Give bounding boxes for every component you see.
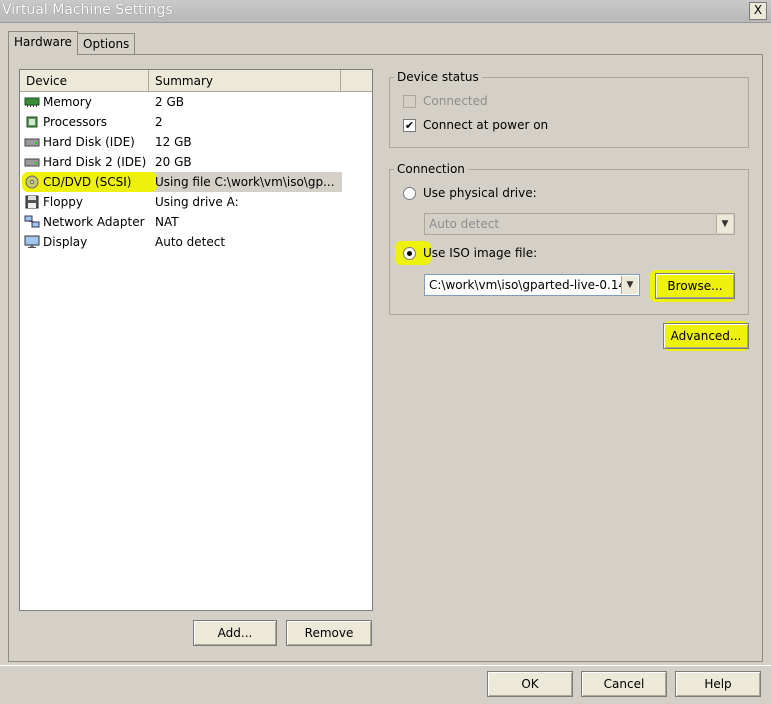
device-summary: NAT: [155, 215, 179, 229]
column-summary[interactable]: Summary: [149, 70, 341, 91]
divider: [0, 665, 771, 666]
help-button[interactable]: Help: [675, 671, 761, 697]
device-name: Hard Disk (IDE): [43, 135, 135, 149]
iso-file-value: C:\work\vm\iso\gparted-live-0.14: [429, 278, 627, 292]
device-name: CD/DVD (SCSI): [43, 175, 132, 189]
memory-icon: [24, 97, 40, 107]
display-icon: [24, 235, 40, 248]
connected-label: Connected: [423, 94, 488, 108]
connection-title: Connection: [394, 162, 468, 176]
use-physical-drive-radio[interactable]: [403, 187, 416, 200]
ok-button[interactable]: OK: [487, 671, 573, 697]
device-name: Display: [43, 235, 88, 249]
chevron-down-icon: ▼: [621, 276, 638, 294]
connected-checkbox[interactable]: [403, 95, 416, 108]
device-row-cd-dvd[interactable]: CD/DVD (SCSI) Using file C:\work\vm\iso\…: [20, 172, 372, 192]
device-list[interactable]: Device Summary Memory 2 GB Processors 2 …: [19, 69, 373, 611]
chevron-down-icon: ▼: [716, 215, 733, 233]
device-name: Floppy: [43, 195, 83, 209]
list-header: Device Summary: [20, 70, 372, 92]
device-name: Network Adapter: [43, 215, 145, 229]
add-button[interactable]: Add...: [193, 620, 277, 646]
device-status-title: Device status: [394, 70, 482, 84]
tab-options[interactable]: Options: [77, 33, 136, 54]
iso-file-select[interactable]: C:\work\vm\iso\gparted-live-0.14 ▼: [424, 274, 640, 296]
use-iso-label: Use ISO image file:: [423, 246, 538, 260]
advanced-button[interactable]: Advanced...: [663, 323, 749, 349]
device-summary: Auto detect: [155, 235, 226, 249]
device-row-hard-disk-2[interactable]: Hard Disk 2 (IDE) 20 GB: [20, 152, 372, 172]
close-icon[interactable]: X: [749, 2, 767, 20]
device-row-network-adapter[interactable]: Network Adapter NAT: [20, 212, 372, 232]
device-status-group: [389, 77, 749, 148]
device-row-memory[interactable]: Memory 2 GB: [20, 92, 372, 112]
floppy-icon: [25, 195, 39, 209]
device-row-hard-disk[interactable]: Hard Disk (IDE) 12 GB: [20, 132, 372, 152]
device-summary: Using file C:\work\vm\iso\gp...: [155, 175, 335, 189]
device-row-display[interactable]: Display Auto detect: [20, 232, 372, 252]
cd-dvd-icon: [25, 175, 39, 189]
processor-icon: [26, 116, 38, 128]
device-row-processors[interactable]: Processors 2: [20, 112, 372, 132]
connect-at-power-on-checkbox[interactable]: ✔: [403, 119, 416, 132]
use-physical-drive-label: Use physical drive:: [423, 186, 537, 200]
device-name: Hard Disk 2 (IDE): [43, 155, 147, 169]
physical-drive-select[interactable]: Auto detect ▼: [424, 213, 735, 235]
cancel-button[interactable]: Cancel: [581, 671, 667, 697]
network-adapter-icon: [24, 215, 40, 228]
hard-disk-icon: [24, 138, 40, 147]
use-iso-radio[interactable]: [403, 247, 416, 260]
hard-disk-icon: [24, 158, 40, 167]
window-title: Virtual Machine Settings: [2, 2, 173, 18]
column-device[interactable]: Device: [20, 70, 149, 91]
device-row-floppy[interactable]: Floppy Using drive A:: [20, 192, 372, 212]
device-summary: 2: [155, 115, 163, 129]
tab-hardware[interactable]: Hardware: [8, 31, 78, 55]
title-bar: Virtual Machine Settings X: [0, 0, 771, 23]
device-name: Memory: [43, 95, 92, 109]
device-summary: 2 GB: [155, 95, 184, 109]
remove-button[interactable]: Remove: [286, 620, 372, 646]
device-summary: 20 GB: [155, 155, 192, 169]
device-summary: Using drive A:: [155, 195, 239, 209]
connect-at-power-on-label: Connect at power on: [423, 118, 549, 132]
device-summary: 12 GB: [155, 135, 192, 149]
browse-button[interactable]: Browse...: [655, 273, 735, 299]
device-name: Processors: [43, 115, 108, 129]
radio-dot: [407, 251, 412, 256]
physical-drive-value: Auto detect: [429, 217, 500, 231]
